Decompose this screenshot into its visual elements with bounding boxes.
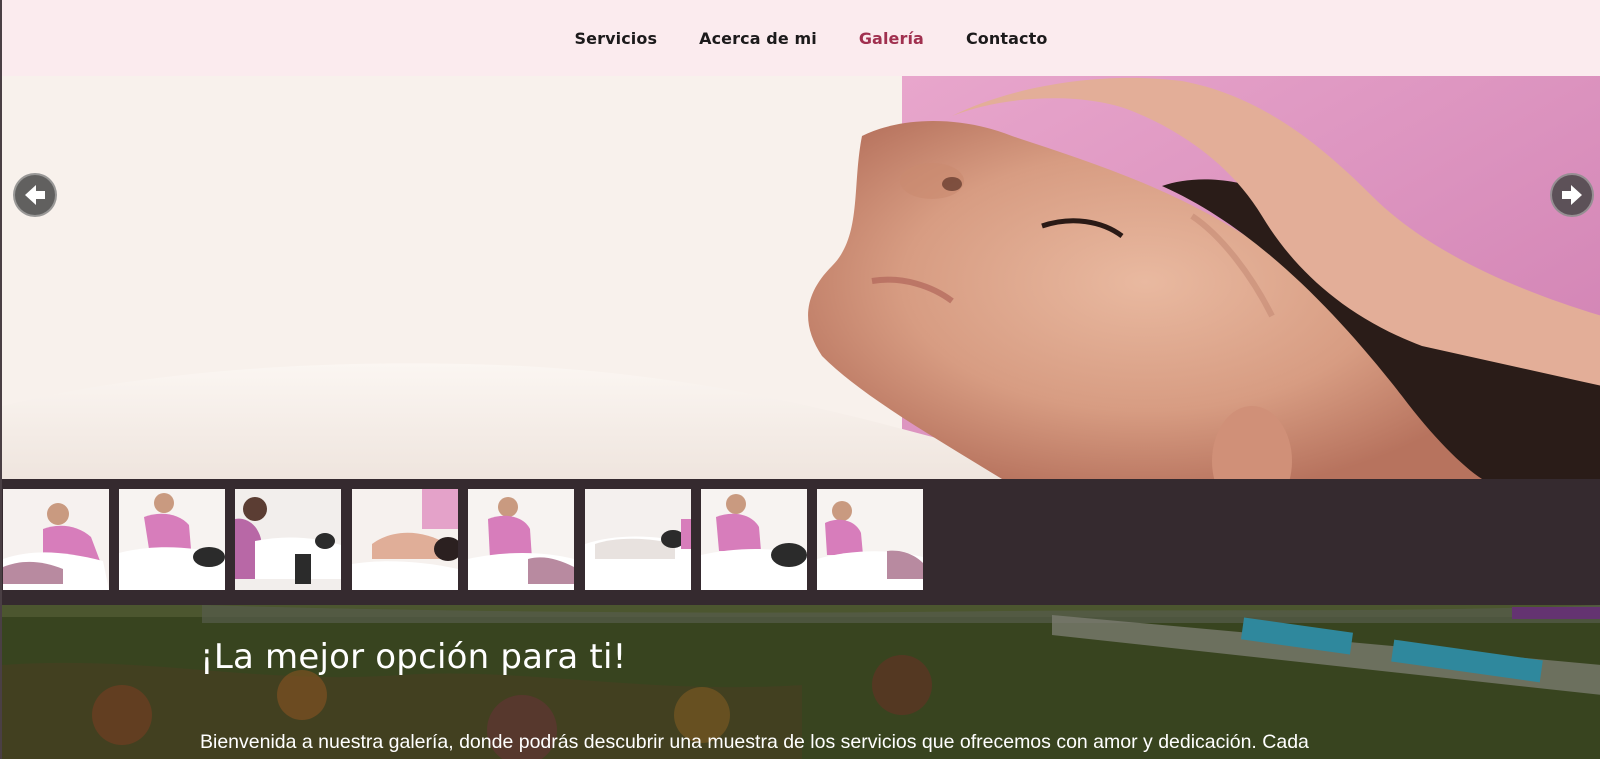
banner-title: ¡La mejor opción para ti! — [200, 637, 627, 677]
thumbnail-3[interactable] — [235, 489, 341, 590]
nav-link-servicios[interactable]: Servicios — [575, 29, 658, 48]
banner-text: Bienvenida a nuestra galería, donde podr… — [200, 731, 1309, 753]
thumbnail-image — [235, 489, 341, 590]
slide-image — [2, 76, 1600, 479]
top-navigation: Servicios Acerca de mi Galería Contacto — [2, 0, 1600, 76]
thumbnail-strip — [2, 479, 1600, 605]
thumbnail-image — [119, 489, 225, 590]
thumbnail-image — [3, 489, 109, 590]
gallery-page: Servicios Acerca de mi Galería Contacto — [0, 0, 1600, 759]
thumbnail-image — [817, 489, 923, 590]
thumbnail-5[interactable] — [468, 489, 574, 590]
thumbnail-image — [468, 489, 574, 590]
gallery-intro-banner: ¡La mejor opción para ti! Bienvenida a n… — [2, 605, 1600, 759]
nav-link-galeria[interactable]: Galería — [859, 29, 924, 48]
thumbnail-2[interactable] — [119, 489, 225, 590]
thumbnail-4[interactable] — [352, 489, 458, 590]
thumbnail-6[interactable] — [585, 489, 691, 590]
nav-menu: Servicios Acerca de mi Galería Contacto — [575, 29, 1048, 48]
arrow-right-icon — [1562, 185, 1582, 205]
thumbnail-image — [585, 489, 691, 590]
arrow-left-icon — [25, 185, 45, 205]
thumbnail-8[interactable] — [817, 489, 923, 590]
thumbnail-image — [352, 489, 458, 590]
slide-next-button[interactable] — [1550, 173, 1594, 217]
slide-prev-button[interactable] — [13, 173, 57, 217]
thumbnail-image — [701, 489, 807, 590]
thumbnail-1[interactable] — [3, 489, 109, 590]
gallery-slide — [2, 76, 1600, 479]
nav-link-acerca-de-mi[interactable]: Acerca de mi — [699, 29, 817, 48]
thumbnail-7[interactable] — [701, 489, 807, 590]
nav-link-contacto[interactable]: Contacto — [966, 29, 1048, 48]
